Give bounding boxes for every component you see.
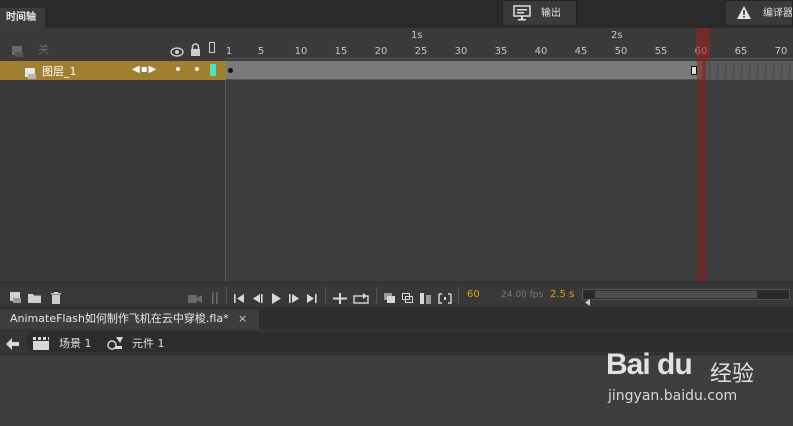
panel-tab-strip: 时间轴 输出 编译器 [0, 0, 793, 28]
frame-number-label: 25 [414, 46, 428, 57]
onion-skin-outline-icon[interactable] [402, 289, 414, 308]
document-tab[interactable]: AnimateFlash如何制作飞机在云中穿梭.fla* × [0, 309, 259, 329]
keyframe-start[interactable] [228, 68, 233, 73]
watermark-logo: Bai du [606, 348, 693, 381]
symbol-icon [106, 335, 124, 354]
frame-number-label: 30 [454, 46, 468, 57]
go-to-last-frame-icon[interactable] [306, 289, 318, 308]
layer-frames[interactable] [226, 61, 793, 80]
toolbar-divider [325, 287, 326, 303]
playhead-head[interactable] [696, 28, 710, 60]
frame-number-label: 65 [734, 46, 748, 57]
frame-number-label: 50 [614, 46, 628, 57]
frame-number-label: 45 [574, 46, 588, 57]
tab-compiler-errors[interactable]: 编译器 [725, 0, 793, 26]
document-tab-bar: AnimateFlash如何制作飞机在云中穿梭.fla* × [0, 307, 793, 329]
trash-icon[interactable] [50, 289, 62, 308]
lock-icon[interactable] [190, 41, 201, 60]
loop-icon[interactable] [353, 289, 369, 308]
new-layer-icon[interactable] [10, 289, 22, 308]
frame-number-label: 40 [534, 46, 548, 57]
empty-frames[interactable] [702, 61, 793, 79]
baidu-watermark: Bai du 经验 jingyan.baidu.com [592, 332, 792, 426]
breadcrumb-scene[interactable]: 场景 1 [59, 335, 92, 351]
tab-compiler-label: 编译器 [763, 8, 793, 19]
elapsed-time-value[interactable]: 2.5 s [550, 289, 574, 300]
frame-number-label: 70 [774, 46, 788, 57]
frame-number-label: 1 [225, 46, 233, 57]
toolbar-divider [226, 287, 227, 303]
step-back-icon[interactable] [252, 289, 264, 308]
keyframe-nav-buttons[interactable]: ◀▪▶ [132, 64, 157, 75]
fps-value[interactable]: 24.00 fps [501, 290, 543, 300]
seconds-marker-label: 2s [611, 30, 623, 41]
tab-output[interactable]: 输出 [502, 0, 577, 26]
toolbar-divider [458, 287, 459, 303]
watermark-url: jingyan.baidu.com [608, 388, 738, 404]
timeline-toolbar: 60 24.00 fps 2.5 s [0, 282, 793, 306]
close-icon[interactable]: × [238, 309, 247, 329]
modify-markers-icon[interactable] [438, 289, 452, 308]
edit-multiple-frames-icon[interactable] [420, 289, 432, 308]
go-to-first-frame-icon[interactable] [233, 289, 245, 308]
layer-icon [12, 42, 24, 61]
layer-color-swatch[interactable] [210, 64, 216, 76]
frame-number-label: 35 [494, 46, 508, 57]
watermark-title: 经验 [710, 362, 755, 387]
back-arrow-icon[interactable] [6, 335, 20, 354]
clapperboard-icon [32, 335, 50, 354]
toolbar-divider [376, 287, 377, 303]
current-frame-value[interactable]: 60 [467, 289, 480, 300]
layers-pane [0, 80, 226, 282]
frame-number-label: 15 [334, 46, 348, 57]
step-forward-icon[interactable] [288, 289, 300, 308]
frames-horizontal-scrollbar[interactable] [582, 289, 790, 306]
animate-window: 时间轴 输出 编译器 关 1 5 10 15 20 25 30 35 40 45 50 55 [0, 0, 793, 426]
panel-resize-handle[interactable] [212, 289, 218, 308]
center-frame-icon[interactable] [333, 289, 347, 308]
play-icon[interactable] [271, 289, 282, 308]
document-tab-label: AnimateFlash如何制作飞机在云中穿梭.fla* [10, 312, 229, 325]
frame-number-label: 20 [374, 46, 388, 57]
lock-dot[interactable] [195, 67, 199, 71]
visibility-dot[interactable] [176, 67, 180, 71]
frame-number-label: 55 [654, 46, 668, 57]
layer-row[interactable]: 图层_1 ◀▪▶ [0, 61, 226, 80]
layer-header: 关 [0, 38, 226, 60]
frame-number-label: 10 [294, 46, 308, 57]
onion-skin-icon[interactable] [384, 289, 396, 308]
layer-header-label: 关 [38, 43, 49, 56]
seconds-marker-label: 1s [411, 30, 423, 41]
frame-number-label: 5 [257, 46, 265, 57]
frames-pane [226, 80, 793, 282]
playhead-line[interactable] [697, 60, 706, 282]
breadcrumb-symbol[interactable]: 元件 1 [132, 335, 165, 351]
outline-icon[interactable] [209, 42, 215, 53]
tab-output-label: 输出 [541, 8, 561, 19]
tab-timeline[interactable]: 时间轴 [0, 8, 45, 28]
scrollbar-thumb[interactable] [595, 291, 757, 298]
eye-icon[interactable] [170, 42, 184, 61]
layer-name[interactable]: 图层_1 [42, 63, 77, 79]
warning-icon [736, 5, 752, 25]
new-folder-icon[interactable] [28, 289, 42, 308]
camera-icon[interactable] [188, 289, 202, 308]
